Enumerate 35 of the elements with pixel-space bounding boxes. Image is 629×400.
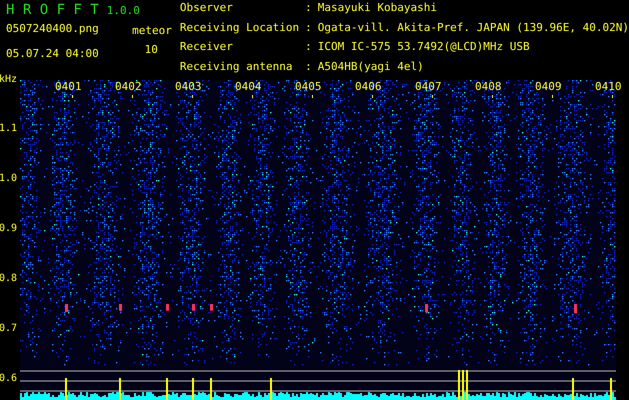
axis-tick-label: 0.6 [0, 373, 17, 384]
info-value: Ogata-vill. Akita-Pref. JAPAN (139.96E, 40.02N) [318, 22, 629, 36]
time-label: 0403 [175, 80, 202, 93]
app-title: H R O F F T [6, 2, 99, 18]
meteor-count: 10 [144, 43, 158, 56]
time-label: 0409 [535, 80, 562, 93]
time-label: 0408 [475, 80, 502, 93]
info-label: Receiver [180, 41, 234, 55]
info-label: Observer [180, 2, 234, 16]
info-separator: : [305, 41, 312, 55]
info-separator: : [305, 60, 312, 74]
info-separator: : [305, 22, 312, 36]
axis-unit: kHz [0, 74, 17, 85]
axis-tick-label: 0.9 [0, 223, 17, 234]
time-label: 0405 [295, 80, 322, 93]
info-value: Masayuki Kobayashi [318, 2, 438, 16]
time-label: 0401 [55, 80, 82, 93]
info-value: A504HB(yagi 4el) [318, 60, 425, 74]
time-label: 0402 [115, 80, 142, 93]
info-separator: : [305, 2, 312, 16]
axis-tick-label: 1.0 [0, 173, 17, 184]
time-label: 0410 [595, 80, 622, 93]
axis-tick-label: 1.1 [0, 123, 17, 134]
info-value: ICOM IC-575 53.7492(@LCD)MHz USB [318, 41, 531, 55]
axis-tick-label: 0.8 [0, 273, 17, 284]
info-label: Receiving Location [180, 22, 300, 36]
meteor-label: meteor [132, 24, 172, 37]
version-label: 1.0.0 [106, 4, 140, 17]
info-label: Receiving antenna [180, 60, 294, 74]
axis-tick-label: 0.7 [0, 323, 17, 334]
file-name: 0507240400.png [6, 22, 100, 35]
date-time: 05.07.24 04:00 [6, 47, 100, 60]
time-label: 0406 [355, 80, 382, 93]
time-label: 0404 [235, 80, 262, 93]
time-label: 0407 [415, 80, 442, 93]
